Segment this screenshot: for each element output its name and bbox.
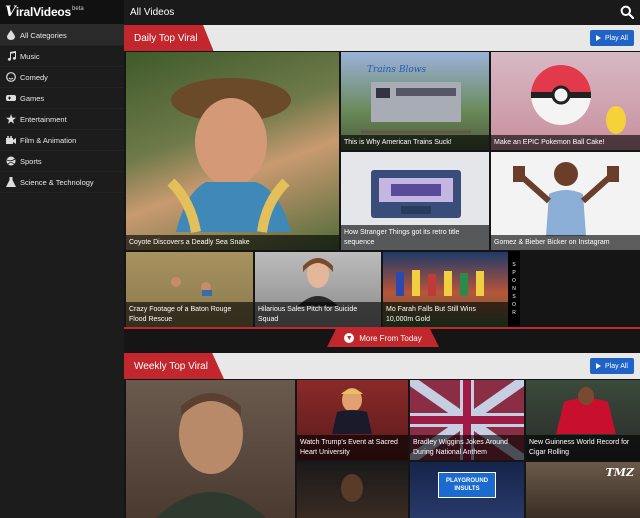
logo-beta: beta (72, 6, 84, 12)
logo-text: iralVideos (15, 5, 72, 19)
video-caption: Watch Trump's Event at Sacred Heart Univ… (297, 435, 408, 460)
sidebar-item-sports[interactable]: Sports (0, 151, 124, 172)
sidebar-item-all-categories[interactable]: All Categories (0, 25, 124, 46)
play-all-label: Play All (605, 34, 628, 42)
video-caption: Coyote Discovers a Deadly Sea Snake (126, 234, 339, 250)
sponsor-label: S P O N S O R (508, 251, 520, 327)
play-icon (596, 35, 602, 41)
video-tile[interactable]: Hilarious Sales Pitch for Suicide Squad (255, 252, 381, 327)
video-overlay-text: PLAYGROUND INSULTS (438, 472, 496, 498)
sidebar-item-label: All Categories (20, 30, 67, 40)
sidebar-item-film-animation[interactable]: Film & Animation (0, 130, 124, 151)
video-tile[interactable]: Gomez & Bieber Bicker on Instagram (491, 152, 640, 250)
main-content: Daily Top Viral Play All Coyote Discover… (124, 25, 640, 518)
video-tile[interactable]: New Guinness World Record for Cigar Roll… (526, 380, 640, 460)
video-thumbnail (332, 388, 372, 434)
video-tile[interactable]: Crazy Footage of a Baton Rouge Flood Res… (126, 252, 253, 327)
weekly-section-title: Weekly Top Viral (126, 353, 224, 379)
video-thumbnail (513, 162, 619, 236)
sidebar-item-games[interactable]: Games (0, 88, 124, 109)
daily-section-title: Daily Top Viral (126, 25, 214, 51)
gamepad-icon (6, 93, 16, 103)
more-from-today-button[interactable]: ▼ More From Today (327, 329, 439, 347)
section-divider (124, 327, 640, 329)
more-label: More From Today (359, 333, 422, 343)
video-caption: Crazy Footage of a Baton Rouge Flood Res… (126, 302, 253, 327)
sidebar-item-music[interactable]: Music (0, 46, 124, 67)
daily-section-header: Daily Top Viral Play All (124, 25, 640, 51)
sidebar-item-science-technology[interactable]: Science & Technology (0, 172, 124, 193)
play-all-label: Play All (605, 362, 628, 370)
sidebar-item-label: Sports (20, 156, 42, 166)
daily-play-all-button[interactable]: Play All (590, 30, 634, 46)
video-thumbnail (531, 65, 626, 134)
sponsor-letter: S (512, 294, 516, 300)
music-note-icon (6, 51, 16, 61)
video-tile[interactable]: Coyote Discovers a Deadly Sea Snake (126, 52, 339, 250)
smiley-icon (6, 72, 16, 82)
sponsor-letter: P (512, 270, 516, 276)
sponsor-letter: R (512, 310, 516, 316)
film-icon (6, 135, 16, 145)
video-tile[interactable]: PLAYGROUND INSULTS (410, 462, 524, 518)
top-bar: All Videos (124, 0, 640, 25)
search-icon[interactable] (620, 5, 635, 20)
video-caption: Mo Farah Falls But Still Wins 10,000m Go… (383, 302, 508, 327)
video-caption: New Guinness World Record for Cigar Roll… (526, 435, 640, 460)
video-tile[interactable]: Watch Trump's Event at Sacred Heart Univ… (297, 380, 408, 460)
star-icon (6, 114, 16, 124)
sponsor-letter: O (512, 302, 516, 308)
sidebar-item-label: Music (20, 51, 40, 61)
sponsor-letter: S (512, 262, 516, 268)
page-title: All Videos (130, 7, 175, 18)
sidebar-item-entertainment[interactable]: Entertainment (0, 109, 124, 130)
flask-icon (6, 177, 16, 187)
video-tile[interactable]: Trains Blows This is Why American Trains… (341, 52, 489, 150)
video-tile[interactable]: Bradley Wiggins Jokes Around During Nati… (410, 380, 524, 460)
weekly-section-header: Weekly Top Viral Play All (124, 353, 640, 379)
ball-icon (6, 156, 16, 166)
video-thumbnail (396, 270, 484, 296)
video-caption: Hilarious Sales Pitch for Suicide Squad (255, 302, 381, 327)
sidebar-item-label: Film & Animation (20, 135, 77, 145)
video-tile[interactable]: Make an EPIC Pokemon Ball Cake! (491, 52, 640, 150)
video-thumbnail (556, 387, 616, 434)
sponsor-letter: O (512, 278, 516, 284)
video-thumbnail (156, 393, 266, 518)
sponsor-letter: N (512, 286, 516, 292)
video-thumbnail (167, 78, 291, 233)
video-caption: Gomez & Bieber Bicker on Instagram (491, 234, 640, 250)
weekly-play-all-button[interactable]: Play All (590, 358, 634, 374)
video-caption: This is Why American Trains Suck! (341, 134, 489, 150)
logo-mark: V (5, 4, 16, 20)
chevron-down-icon: ▼ (344, 333, 355, 343)
sidebar-item-label: Entertainment (20, 114, 67, 124)
sidebar-item-label: Science & Technology (20, 177, 94, 187)
video-thumbnail (371, 170, 461, 218)
play-icon (596, 363, 602, 369)
video-thumbnail (171, 277, 212, 296)
video-thumbnail (341, 474, 363, 502)
video-tile[interactable]: Mo Farah Falls But Still Wins 10,000m Go… (383, 252, 508, 327)
sidebar-item-label: Games (20, 93, 45, 103)
video-overlay-text: TMZ (605, 466, 634, 479)
video-caption: Make an EPIC Pokemon Ball Cake! (491, 134, 640, 150)
sidebar-item-label: Comedy (20, 72, 48, 82)
drop-icon (6, 30, 16, 40)
video-caption: Bradley Wiggins Jokes Around During Nati… (410, 435, 524, 460)
video-thumbnail: Trains Blows (361, 65, 471, 134)
sidebar-item-comedy[interactable]: Comedy (0, 67, 124, 88)
logo[interactable]: V iralVideos beta (0, 0, 124, 25)
video-thumbnail (298, 258, 338, 306)
sidebar: V iralVideos beta All Categories Music C… (0, 0, 124, 518)
video-tile[interactable]: TMZ (526, 462, 640, 518)
video-tile[interactable] (297, 462, 408, 518)
video-caption: How Stranger Things got its retro title … (341, 225, 489, 250)
video-tile[interactable]: How Stranger Things got its retro title … (341, 152, 489, 250)
video-tile[interactable] (126, 380, 295, 518)
video-overlay-text: Trains Blows (367, 65, 426, 75)
